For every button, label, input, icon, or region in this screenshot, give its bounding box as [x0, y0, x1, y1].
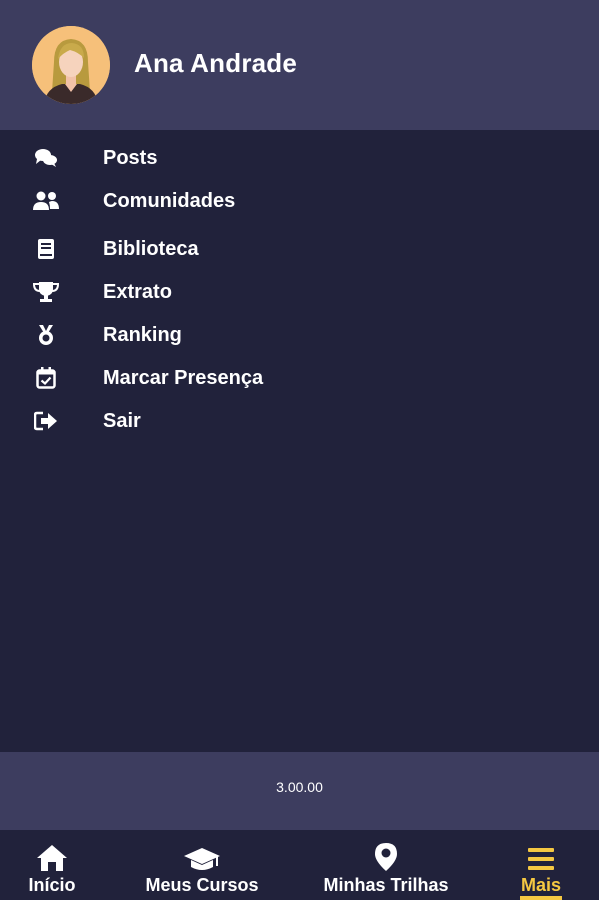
nav-label: Meus Cursos [145, 875, 259, 895]
nav-item-mais[interactable]: Mais [514, 830, 568, 900]
active-tab-indicator [520, 896, 562, 900]
nav-item-meus-cursos[interactable]: Meus Cursos [142, 830, 262, 900]
menu-item-sair[interactable]: Sair [0, 401, 599, 441]
menu-item-posts[interactable]: Posts [0, 138, 599, 178]
menu-item-label: Extrato [103, 280, 172, 303]
menu-item-label: Marcar Presença [103, 366, 264, 389]
home-icon [36, 840, 68, 872]
menu-item-biblioteca[interactable]: Biblioteca [0, 229, 599, 269]
user-name: Ana Andrade [134, 48, 298, 78]
menu-item-extrato[interactable]: Extrato [0, 272, 599, 312]
nav-label: Início [28, 875, 76, 895]
map-marker-icon [374, 840, 398, 872]
avatar[interactable] [32, 26, 110, 104]
female-avatar-icon [32, 26, 110, 104]
menu-item-label: Ranking [103, 323, 182, 346]
app-version: 3.00.00 [276, 779, 323, 795]
menu-item-label: Posts [103, 146, 158, 169]
book-icon [31, 236, 61, 262]
menu-item-marcar-presenca[interactable]: Marcar Presença [0, 358, 599, 398]
graduation-cap-icon [183, 840, 221, 872]
users-icon [31, 188, 61, 214]
menu-item-label: Sair [103, 409, 141, 432]
calendar-check-icon [31, 365, 61, 391]
side-menu: Posts Comunidades Biblioteca Extrato Ran… [0, 130, 599, 752]
nav-item-minhas-trilhas[interactable]: Minhas Trilhas [321, 830, 451, 900]
nav-label: Mais [520, 875, 562, 895]
menu-item-ranking[interactable]: Ranking [0, 315, 599, 355]
comments-icon [31, 145, 61, 171]
menu-item-label: Comunidades [103, 189, 236, 212]
nav-label: Minhas Trilhas [323, 875, 449, 895]
trophy-icon [31, 279, 61, 305]
version-footer: 3.00.00 [0, 752, 599, 830]
menu-item-comunidades[interactable]: Comunidades [0, 181, 599, 221]
nav-item-inicio[interactable]: Início [22, 830, 82, 900]
medal-icon [31, 322, 61, 348]
profile-header: Ana Andrade [0, 0, 599, 130]
hamburger-menu-icon [527, 840, 555, 872]
bottom-nav: Início Meus Cursos Minhas Trilhas Mais [0, 830, 599, 900]
sign-out-icon [31, 408, 61, 434]
menu-item-label: Biblioteca [103, 237, 199, 260]
